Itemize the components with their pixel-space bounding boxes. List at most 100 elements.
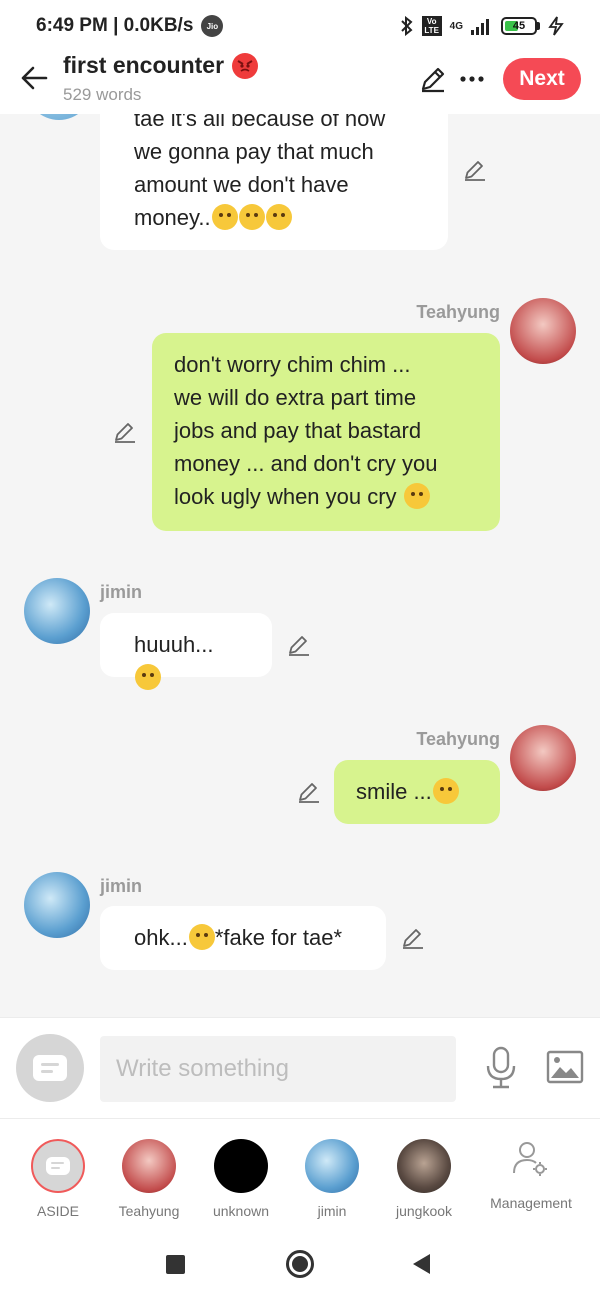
- smiling-face-emoji-icon: [188, 924, 215, 950]
- home-button[interactable]: [286, 1250, 314, 1278]
- character-aside[interactable]: ASIDE: [13, 1139, 103, 1219]
- composer: [0, 1017, 600, 1118]
- battery-icon: 45: [501, 17, 540, 35]
- edit-story-button[interactable]: [418, 64, 448, 94]
- character-jungkook[interactable]: jungkook: [379, 1139, 469, 1219]
- message-line: don't worry chim chim ...: [174, 352, 411, 377]
- pleading-face-emoji-icon: [211, 204, 238, 230]
- next-button[interactable]: Next: [503, 58, 581, 100]
- battery-level: 45: [512, 20, 526, 32]
- status-left: 6:49 PM | 0.0KB/s Jio: [36, 15, 224, 37]
- smiling-face-emoji-icon: [403, 483, 430, 509]
- image-icon: [546, 1050, 584, 1084]
- avatar-jimin[interactable]: [24, 872, 90, 938]
- message-line: money..: [134, 205, 211, 230]
- edit-message-button[interactable]: [462, 157, 488, 183]
- message-line: we gonna pay that much: [134, 139, 374, 164]
- status-right: Vo LTE 4G 45: [400, 16, 564, 36]
- page-title: first encounter: [63, 52, 225, 78]
- message-line: huuuh...: [134, 632, 214, 657]
- aside-icon: [33, 1055, 67, 1081]
- avatar-jungkook: [397, 1139, 451, 1193]
- message-bubble[interactable]: huuuh...: [100, 613, 272, 690]
- pencil-icon: [289, 636, 309, 656]
- voice-input-button[interactable]: [484, 1046, 518, 1090]
- message-bubble[interactable]: smile ...: [334, 760, 500, 824]
- message-bubble[interactable]: don't worry chim chim ... we will do ext…: [152, 333, 500, 531]
- sender-name: jimin: [100, 582, 143, 602]
- message-line: tae it's all because of how: [134, 114, 386, 131]
- aside-toggle-button[interactable]: [16, 1034, 84, 1102]
- carrier-badge: Jio: [201, 15, 224, 37]
- volte-icon: Vo LTE: [421, 16, 442, 36]
- pencil-icon: [403, 929, 423, 949]
- smiling-face-emoji-icon: [432, 778, 459, 804]
- status-time-speed: 6:49 PM | 0.0KB/s: [36, 15, 194, 36]
- message-line: amount we don't have: [134, 172, 349, 197]
- angry-face-emoji-icon: [232, 52, 259, 79]
- pensive-face-emoji-icon: [135, 664, 161, 690]
- chat-header: first encounter 529 words Next: [0, 52, 600, 114]
- character-label: Teahyung: [118, 1203, 180, 1219]
- character-unknown[interactable]: unknown: [196, 1139, 286, 1219]
- recent-apps-button[interactable]: [166, 1255, 185, 1274]
- more-icon: [460, 76, 484, 82]
- avatar-teahyung[interactable]: [510, 725, 576, 791]
- character-label: jimin: [317, 1203, 347, 1219]
- message-bubble[interactable]: tae it's all because of how we gonna pay…: [100, 114, 448, 250]
- message-line: *fake for tae*: [214, 925, 342, 950]
- edit-message-button[interactable]: [296, 779, 322, 805]
- pleading-face-emoji-icon: [238, 204, 265, 230]
- pencil-icon: [115, 423, 135, 443]
- avatar-jimin[interactable]: [26, 114, 92, 120]
- pleading-face-emoji-icon: [265, 204, 292, 230]
- microphone-icon: [486, 1046, 516, 1089]
- character-label: Management: [490, 1195, 572, 1211]
- message-line: we will do extra part time: [174, 385, 417, 410]
- character-jimin[interactable]: jimin: [287, 1139, 377, 1219]
- message-line: look ugly when you cry: [174, 484, 397, 509]
- message-line: smile ...: [356, 779, 432, 804]
- title-block: first encounter 529 words: [63, 52, 259, 105]
- bluetooth-icon: [400, 16, 413, 36]
- character-label: ASIDE: [36, 1203, 79, 1219]
- character-label: jungkook: [395, 1203, 453, 1219]
- back-button[interactable]: [18, 62, 50, 94]
- edit-message-button[interactable]: [400, 925, 426, 951]
- sender-name: Teahyung: [416, 729, 500, 749]
- chat-area[interactable]: tae it's all because of how we gonna pay…: [0, 114, 600, 1017]
- network-label: 4G: [449, 20, 463, 32]
- sender-name: jimin: [100, 876, 143, 896]
- avatar-unknown: [214, 1139, 268, 1193]
- aside-avatar: [31, 1139, 85, 1193]
- aside-icon: [46, 1157, 70, 1175]
- avatar-teahyung: [122, 1139, 176, 1193]
- message-bubble[interactable]: ohk... *fake for tae*: [100, 906, 386, 970]
- pencil-icon: [465, 161, 485, 181]
- character-bar: ASIDE Teahyung unknown jimin jungkook Ma…: [0, 1118, 600, 1228]
- character-management[interactable]: Management: [478, 1139, 584, 1211]
- pencil-icon: [299, 783, 319, 803]
- message-line: ohk...: [134, 925, 188, 950]
- back-nav-button[interactable]: [413, 1254, 430, 1274]
- avatar-jimin[interactable]: [24, 578, 90, 644]
- sender-name: Teahyung: [416, 302, 500, 322]
- back-arrow-icon: [21, 66, 48, 90]
- charging-icon: [548, 16, 564, 36]
- message-line: money ... and don't cry you: [174, 451, 438, 476]
- character-label: unknown: [212, 1203, 270, 1219]
- character-teahyung[interactable]: Teahyung: [104, 1139, 194, 1219]
- word-count: 529 words: [63, 85, 142, 104]
- message-input[interactable]: [100, 1036, 456, 1102]
- more-options-button[interactable]: [458, 64, 486, 94]
- avatar-teahyung[interactable]: [510, 298, 576, 364]
- insert-image-button[interactable]: [546, 1050, 584, 1084]
- avatar-jimin: [305, 1139, 359, 1193]
- system-nav-bar: [0, 1228, 600, 1300]
- pencil-icon: [421, 67, 445, 93]
- status-bar: 6:49 PM | 0.0KB/s Jio Vo LTE 4G 45: [0, 0, 600, 52]
- edit-message-button[interactable]: [286, 632, 312, 658]
- message-line: jobs and pay that bastard: [174, 418, 422, 443]
- edit-message-button[interactable]: [112, 419, 138, 445]
- management-icon: [504, 1139, 558, 1193]
